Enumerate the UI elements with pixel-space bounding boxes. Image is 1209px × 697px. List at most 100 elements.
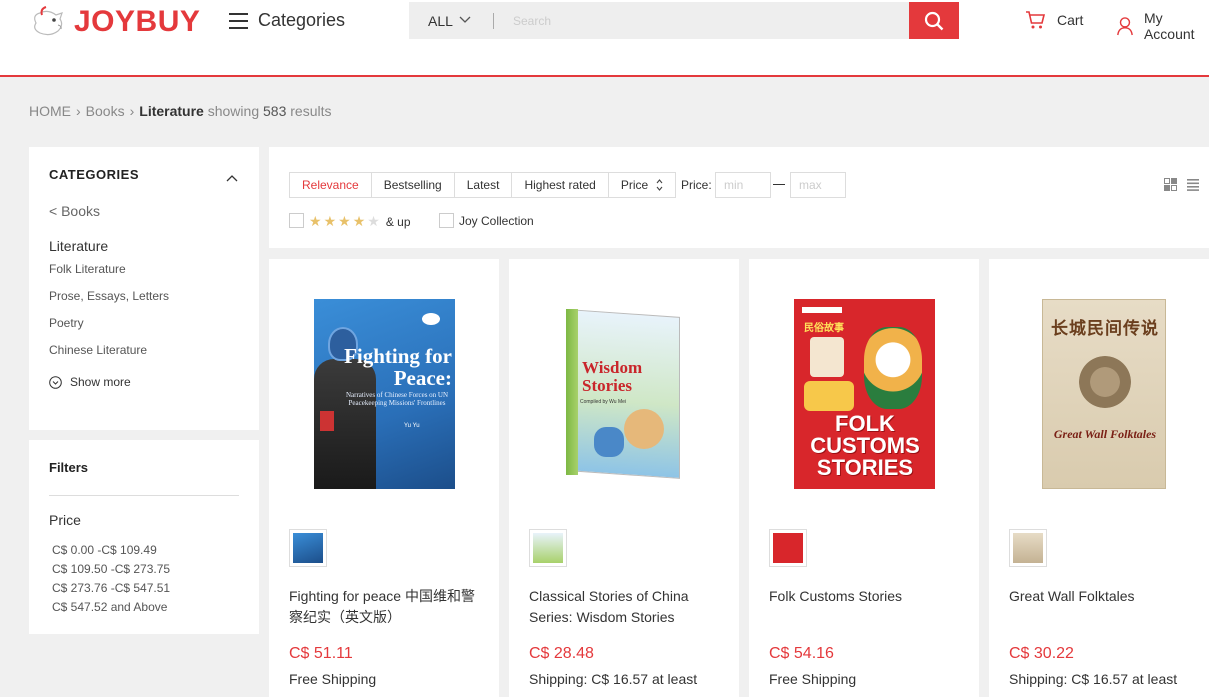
joy-collection-checkbox[interactable]: [439, 213, 454, 228]
rating-filter-label: & up: [385, 214, 411, 229]
cover-chinese-title: 民俗故事: [804, 323, 844, 334]
price-range-dash: [773, 184, 785, 185]
price-range-option[interactable]: C$ 273.76 -C$ 547.51: [52, 581, 170, 595]
product-image[interactable]: 民俗故事 FOLK CUSTOMS STORIES: [794, 299, 935, 489]
sort-tab-latest[interactable]: Latest: [455, 173, 513, 197]
search-scope-dropdown[interactable]: ALL: [409, 2, 493, 39]
subcategory-poetry[interactable]: Poetry: [49, 316, 84, 330]
chevron-circle-down-icon: [49, 375, 62, 389]
price-max-input[interactable]: [790, 172, 846, 198]
breadcrumb-books[interactable]: Books: [86, 103, 125, 119]
cart-label: Cart: [1057, 12, 1084, 28]
price-range-option[interactable]: C$ 109.50 -C$ 273.75: [52, 562, 170, 576]
categories-panel: CATEGORIES < Books Literature Folk Liter…: [29, 147, 259, 430]
list-view-icon[interactable]: [1187, 178, 1199, 196]
product-card[interactable]: 长城民间传说 Great Wall Folktales Great Wall F…: [989, 259, 1209, 697]
breadcrumb-current: Literature: [139, 103, 204, 119]
cover-author: Yu Yu: [404, 423, 420, 429]
product-shipping: Shipping: C$ 16.57 at least: [1009, 671, 1178, 687]
cover-chinese-title: 长城民间传说: [1051, 319, 1159, 338]
price-range-label: Price:: [681, 178, 712, 192]
sort-tab-relevance[interactable]: Relevance: [290, 173, 372, 197]
results-count: 583: [263, 103, 287, 119]
product-image[interactable]: Fighting for Peace: Narratives of Chines…: [314, 299, 455, 489]
product-image[interactable]: 长城民间传说 Great Wall Folktales: [1042, 299, 1166, 489]
cover-title: Wisdom Stories: [582, 358, 643, 395]
product-thumbnail[interactable]: [769, 529, 807, 567]
product-thumbnail[interactable]: [529, 529, 567, 567]
show-more-label: Show more: [70, 375, 131, 389]
categories-title: CATEGORIES: [49, 167, 139, 182]
price-range-option[interactable]: C$ 547.52 and Above: [52, 600, 167, 614]
account-label: My Account: [1143, 10, 1195, 42]
filters-title: Filters: [49, 460, 89, 475]
star-filled-icon: ★: [338, 213, 351, 229]
sort-tab-price[interactable]: Price: [609, 173, 675, 197]
sort-arrows-icon: [656, 178, 663, 192]
search-input[interactable]: [494, 2, 909, 39]
subcategory-prose-essays-letters[interactable]: Prose, Essays, Letters: [49, 289, 169, 303]
star-filled-icon: ★: [323, 213, 337, 229]
cart-link[interactable]: Cart: [1025, 10, 1083, 30]
cover-title: Fighting for Peace:: [344, 344, 452, 390]
product-name[interactable]: Fighting for peace 中国维和警察纪实（英文版）: [289, 586, 484, 628]
rating-filter: ★ ★ ★ ★ ★ & up: [309, 213, 411, 230]
hamburger-icon: [229, 12, 248, 29]
price-range-option[interactable]: C$ 0.00 -C$ 109.49: [52, 543, 157, 557]
sort-tab-highest-rated[interactable]: Highest rated: [512, 173, 609, 197]
sort-tab-price-label: Price: [620, 178, 649, 192]
star-filled-icon: ★: [309, 213, 322, 229]
breadcrumb-separator: ›: [76, 103, 81, 119]
product-card[interactable]: 民俗故事 FOLK CUSTOMS STORIES Folk Customs S…: [749, 259, 979, 697]
product-price: C$ 30.22: [1009, 645, 1074, 662]
product-image[interactable]: Wisdom Stories Compiled by Wu Mei: [554, 299, 695, 489]
cover-subtitle: Narratives of Chinese Forces on UN Peace…: [345, 391, 449, 407]
cover-title: FOLK CUSTOMS STORIES: [810, 411, 920, 480]
logo-text: JOYBUY: [74, 5, 201, 38]
star-empty-icon: ★: [367, 213, 380, 229]
site-header: JOYBUY Categories ALL Cart My Account: [0, 0, 1209, 77]
filters-panel: Filters Price C$ 0.00 -C$ 109.49 C$ 109.…: [29, 440, 259, 634]
search-button[interactable]: [909, 2, 959, 39]
price-filter-title: Price: [49, 512, 81, 528]
account-link[interactable]: My Account: [1116, 10, 1209, 42]
product-name[interactable]: Classical Stories of China Series: Wisdo…: [529, 586, 724, 628]
product-card[interactable]: Wisdom Stories Compiled by Wu Mei Classi…: [509, 259, 739, 697]
product-name[interactable]: Great Wall Folktales: [1009, 586, 1204, 607]
sort-tabs: Relevance Bestselling Latest Highest rat…: [289, 172, 677, 198]
price-min-input[interactable]: [715, 172, 771, 198]
product-shipping: Free Shipping: [289, 671, 377, 687]
joybuy-logo[interactable]: JOYBUY: [28, 2, 200, 42]
current-category: Literature: [49, 238, 109, 254]
product-card[interactable]: Fighting for Peace: Narratives of Chines…: [269, 259, 499, 697]
subcategory-chinese-literature[interactable]: Chinese Literature: [49, 343, 147, 357]
product-thumbnail[interactable]: [289, 529, 327, 567]
filters-divider: [49, 495, 239, 496]
product-price: C$ 54.16: [769, 645, 834, 662]
rating-filter-checkbox[interactable]: [289, 213, 304, 228]
product-name[interactable]: Folk Customs Stories: [769, 586, 964, 607]
product-shipping: Shipping: C$ 16.57 at least: [529, 671, 698, 687]
sort-toolbar: Relevance Bestselling Latest Highest rat…: [269, 147, 1209, 248]
star-filled-icon: ★: [352, 213, 366, 229]
product-thumbnail[interactable]: [1009, 529, 1047, 567]
back-to-books-link[interactable]: < Books: [49, 203, 100, 219]
show-more-button[interactable]: Show more: [49, 375, 131, 389]
chevron-down-icon: [459, 15, 471, 27]
dog-mascot-icon: [28, 5, 72, 39]
joy-collection-label: Joy Collection: [459, 214, 534, 228]
categories-menu-button[interactable]: Categories: [229, 10, 345, 31]
search-bar: ALL: [409, 2, 959, 39]
subcategory-folk-literature[interactable]: Folk Literature: [49, 262, 126, 276]
chevron-up-icon[interactable]: [226, 169, 238, 187]
breadcrumb: HOME › Books › Literature showing 583 result…: [29, 103, 331, 119]
product-price: C$ 51.11: [289, 645, 353, 662]
cover-subtitle: Compiled by Wu Mei: [580, 399, 627, 405]
breadcrumb-separator: ›: [129, 103, 135, 119]
breadcrumb-home[interactable]: HOME: [29, 103, 71, 119]
sort-tab-bestselling[interactable]: Bestselling: [372, 173, 455, 197]
cart-icon: [1026, 11, 1046, 29]
grid-view-icon[interactable]: [1164, 178, 1177, 196]
user-icon: [1117, 17, 1133, 36]
product-price: C$ 28.48: [529, 645, 594, 662]
